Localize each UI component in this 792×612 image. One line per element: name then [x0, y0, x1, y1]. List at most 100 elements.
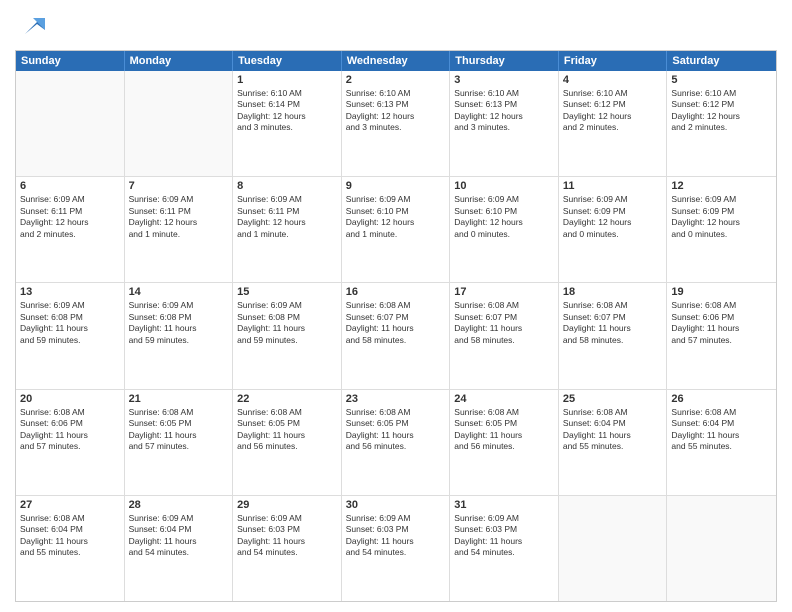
calendar-row-3: 13 Sunrise: 6:09 AM Sunset: 6:08 PM Dayli… [16, 283, 776, 389]
cell-daylight-info: Sunrise: 6:09 AM Sunset: 6:11 PM Dayligh… [20, 194, 120, 240]
cell-daylight-info: Sunrise: 6:08 AM Sunset: 6:06 PM Dayligh… [671, 300, 772, 346]
day-number: 2 [346, 74, 446, 86]
calendar-cell: 13 Sunrise: 6:09 AM Sunset: 6:08 PM Dayli… [16, 283, 125, 388]
cell-daylight-info: Sunrise: 6:09 AM Sunset: 6:04 PM Dayligh… [129, 513, 229, 559]
calendar-cell: 16 Sunrise: 6:08 AM Sunset: 6:07 PM Dayli… [342, 283, 451, 388]
cell-daylight-info: Sunrise: 6:09 AM Sunset: 6:10 PM Dayligh… [346, 194, 446, 240]
calendar-cell: 22Sunrise: 6:08 AM Sunset: 6:05 PM Dayli… [233, 390, 342, 495]
header [15, 10, 777, 42]
calendar-cell: 11Sunrise: 6:09 AM Sunset: 6:09 PM Dayli… [559, 177, 668, 282]
cell-daylight-info: Sunrise: 6:10 AM Sunset: 6:12 PM Dayligh… [563, 88, 663, 134]
day-number: 17 [454, 286, 554, 298]
cell-daylight-info: Sunrise: 6:09 AM Sunset: 6:09 PM Dayligh… [671, 194, 772, 240]
page: SundayMondayTuesdayWednesdayThursdayFrid… [0, 0, 792, 612]
calendar-header: SundayMondayTuesdayWednesdayThursdayFrid… [16, 51, 776, 71]
calendar-cell: 12 Sunrise: 6:09 AM Sunset: 6:09 PM Dayli… [667, 177, 776, 282]
cell-daylight-info: Sunrise: 6:08 AM Sunset: 6:05 PM Dayligh… [454, 407, 554, 453]
calendar-cell: 3 Sunrise: 6:10 AM Sunset: 6:13 PM Daylig… [450, 71, 559, 176]
day-number: 18 [563, 286, 663, 298]
calendar-row-4: 20 Sunrise: 6:08 AM Sunset: 6:06 PM Dayli… [16, 390, 776, 496]
day-number: 14 [129, 286, 229, 298]
day-number: 3 [454, 74, 554, 86]
calendar-cell: 31 Sunrise: 6:09 AM Sunset: 6:03 PM Dayli… [450, 496, 559, 601]
day-number: 29 [237, 499, 337, 511]
day-number: 21 [129, 393, 229, 405]
day-number: 8 [237, 180, 337, 192]
cell-daylight-info: Sunrise: 6:08 AM Sunset: 6:07 PM Dayligh… [563, 300, 663, 346]
calendar-cell: 5 Sunrise: 6:10 AM Sunset: 6:12 PM Daylig… [667, 71, 776, 176]
day-number: 4 [563, 74, 663, 86]
calendar-cell: 19 Sunrise: 6:08 AM Sunset: 6:06 PM Dayli… [667, 283, 776, 388]
day-number: 11 [563, 180, 663, 192]
day-number: 26 [671, 393, 772, 405]
cell-daylight-info: Sunrise: 6:08 AM Sunset: 6:06 PM Dayligh… [20, 407, 120, 453]
day-number: 24 [454, 393, 554, 405]
weekday-header-friday: Friday [559, 51, 668, 71]
cell-daylight-info: Sunrise: 6:08 AM Sunset: 6:05 PM Dayligh… [129, 407, 229, 453]
calendar-cell: 15Sunrise: 6:09 AM Sunset: 6:08 PM Dayli… [233, 283, 342, 388]
day-number: 5 [671, 74, 772, 86]
calendar-cell: 23 Sunrise: 6:08 AM Sunset: 6:05 PM Dayli… [342, 390, 451, 495]
cell-daylight-info: Sunrise: 6:10 AM Sunset: 6:12 PM Dayligh… [671, 88, 772, 134]
cell-daylight-info: Sunrise: 6:10 AM Sunset: 6:14 PM Dayligh… [237, 88, 337, 134]
cell-daylight-info: Sunrise: 6:09 AM Sunset: 6:08 PM Dayligh… [129, 300, 229, 346]
cell-daylight-info: Sunrise: 6:08 AM Sunset: 6:04 PM Dayligh… [671, 407, 772, 453]
logo-icon [17, 10, 49, 42]
weekday-header-monday: Monday [125, 51, 234, 71]
day-number: 9 [346, 180, 446, 192]
cell-daylight-info: Sunrise: 6:08 AM Sunset: 6:07 PM Dayligh… [346, 300, 446, 346]
day-number: 23 [346, 393, 446, 405]
day-number: 20 [20, 393, 120, 405]
weekday-header-saturday: Saturday [667, 51, 776, 71]
cell-daylight-info: Sunrise: 6:08 AM Sunset: 6:05 PM Dayligh… [346, 407, 446, 453]
weekday-header-tuesday: Tuesday [233, 51, 342, 71]
day-number: 13 [20, 286, 120, 298]
calendar-cell: 7 Sunrise: 6:09 AM Sunset: 6:11 PM Daylig… [125, 177, 234, 282]
calendar-row-1: 1 Sunrise: 6:10 AM Sunset: 6:14 PM Daylig… [16, 71, 776, 177]
cell-daylight-info: Sunrise: 6:10 AM Sunset: 6:13 PM Dayligh… [454, 88, 554, 134]
calendar-row-5: 27Sunrise: 6:08 AM Sunset: 6:04 PM Dayli… [16, 496, 776, 601]
calendar-cell: 25Sunrise: 6:08 AM Sunset: 6:04 PM Dayli… [559, 390, 668, 495]
calendar-cell: 8 Sunrise: 6:09 AM Sunset: 6:11 PM Daylig… [233, 177, 342, 282]
calendar-row-2: 6 Sunrise: 6:09 AM Sunset: 6:11 PM Daylig… [16, 177, 776, 283]
calendar-cell: 24 Sunrise: 6:08 AM Sunset: 6:05 PM Dayli… [450, 390, 559, 495]
cell-daylight-info: Sunrise: 6:09 AM Sunset: 6:10 PM Dayligh… [454, 194, 554, 240]
calendar-cell [16, 71, 125, 176]
cell-daylight-info: Sunrise: 6:09 AM Sunset: 6:11 PM Dayligh… [129, 194, 229, 240]
calendar-body: 1 Sunrise: 6:10 AM Sunset: 6:14 PM Daylig… [16, 71, 776, 601]
cell-daylight-info: Sunrise: 6:09 AM Sunset: 6:08 PM Dayligh… [237, 300, 337, 346]
day-number: 16 [346, 286, 446, 298]
cell-daylight-info: Sunrise: 6:09 AM Sunset: 6:08 PM Dayligh… [20, 300, 120, 346]
cell-daylight-info: Sunrise: 6:09 AM Sunset: 6:03 PM Dayligh… [454, 513, 554, 559]
cell-daylight-info: Sunrise: 6:09 AM Sunset: 6:11 PM Dayligh… [237, 194, 337, 240]
calendar-cell: 20 Sunrise: 6:08 AM Sunset: 6:06 PM Dayli… [16, 390, 125, 495]
cell-daylight-info: Sunrise: 6:08 AM Sunset: 6:07 PM Dayligh… [454, 300, 554, 346]
calendar-cell: 28Sunrise: 6:09 AM Sunset: 6:04 PM Dayli… [125, 496, 234, 601]
weekday-header-thursday: Thursday [450, 51, 559, 71]
weekday-header-sunday: Sunday [16, 51, 125, 71]
calendar-cell: 9 Sunrise: 6:09 AM Sunset: 6:10 PM Daylig… [342, 177, 451, 282]
day-number: 7 [129, 180, 229, 192]
calendar: SundayMondayTuesdayWednesdayThursdayFrid… [15, 50, 777, 602]
calendar-cell: 21 Sunrise: 6:08 AM Sunset: 6:05 PM Dayli… [125, 390, 234, 495]
day-number: 19 [671, 286, 772, 298]
calendar-cell: 14 Sunrise: 6:09 AM Sunset: 6:08 PM Dayli… [125, 283, 234, 388]
cell-daylight-info: Sunrise: 6:08 AM Sunset: 6:04 PM Dayligh… [563, 407, 663, 453]
day-number: 12 [671, 180, 772, 192]
calendar-cell: 4 Sunrise: 6:10 AM Sunset: 6:12 PM Daylig… [559, 71, 668, 176]
calendar-cell: 17 Sunrise: 6:08 AM Sunset: 6:07 PM Dayli… [450, 283, 559, 388]
day-number: 1 [237, 74, 337, 86]
logo [15, 10, 49, 42]
weekday-header-wednesday: Wednesday [342, 51, 451, 71]
cell-daylight-info: Sunrise: 6:09 AM Sunset: 6:03 PM Dayligh… [346, 513, 446, 559]
calendar-cell: 30Sunrise: 6:09 AM Sunset: 6:03 PM Dayli… [342, 496, 451, 601]
calendar-cell: 1 Sunrise: 6:10 AM Sunset: 6:14 PM Daylig… [233, 71, 342, 176]
day-number: 10 [454, 180, 554, 192]
calendar-cell [667, 496, 776, 601]
day-number: 31 [454, 499, 554, 511]
cell-daylight-info: Sunrise: 6:08 AM Sunset: 6:04 PM Dayligh… [20, 513, 120, 559]
calendar-cell [559, 496, 668, 601]
cell-daylight-info: Sunrise: 6:08 AM Sunset: 6:05 PM Dayligh… [237, 407, 337, 453]
calendar-cell [125, 71, 234, 176]
day-number: 6 [20, 180, 120, 192]
